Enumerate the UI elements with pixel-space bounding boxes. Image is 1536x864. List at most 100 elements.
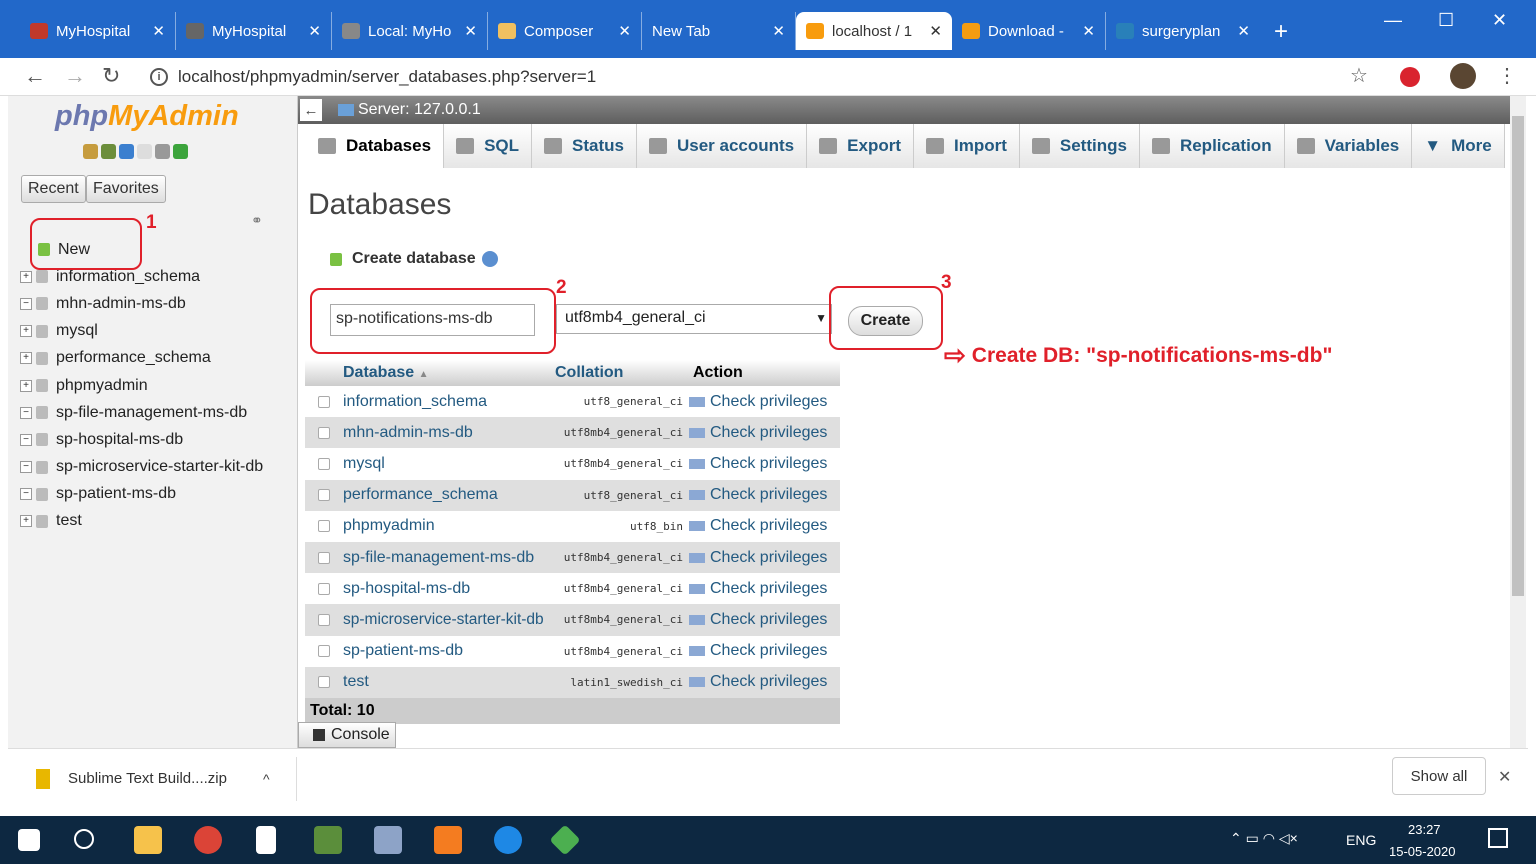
close-icon[interactable]: ✕	[772, 22, 785, 40]
server-link[interactable]: Server: 127.0.0.1	[358, 101, 481, 119]
menu-icon[interactable]: ⋮	[1497, 63, 1517, 88]
check-privileges-link[interactable]: Check privileges	[689, 517, 840, 535]
row-checkbox[interactable]	[318, 395, 330, 408]
browser-tab[interactable]: MyHospital ✕	[176, 12, 332, 50]
check-privileges-link[interactable]: Check privileges	[689, 486, 840, 504]
database-link[interactable]: phpmyadmin	[343, 517, 555, 535]
tree-item[interactable]: − sp-hospital-ms-db	[20, 426, 263, 453]
tab-variables[interactable]: Variables	[1284, 124, 1413, 168]
tab-import[interactable]: Import	[914, 124, 1020, 168]
database-link[interactable]: sp-patient-ms-db	[343, 642, 555, 660]
tab-replication[interactable]: Replication	[1139, 124, 1285, 168]
tree-item[interactable]: − sp-file-management-ms-db	[20, 399, 263, 426]
database-column-header[interactable]: Database ▲	[343, 364, 555, 382]
browser-tab[interactable]: Local: MyHo ✕	[332, 12, 488, 50]
check-privileges-link[interactable]: Check privileges	[689, 393, 840, 411]
windows-start-icon[interactable]	[18, 829, 40, 851]
git-icon[interactable]	[549, 824, 581, 856]
tree-item[interactable]: − mhn-admin-ms-db	[20, 290, 263, 317]
database-link[interactable]: sp-hospital-ms-db	[343, 580, 555, 598]
row-checkbox[interactable]	[318, 613, 330, 626]
database-link[interactable]: information_schema	[343, 393, 555, 411]
paint-icon[interactable]	[374, 826, 402, 854]
collapse-icon[interactable]: ←	[300, 99, 322, 121]
close-icon[interactable]: ✕	[152, 22, 165, 40]
link-icon[interactable]: ⚭	[251, 212, 263, 229]
database-link[interactable]: mhn-admin-ms-db	[343, 424, 555, 442]
browser-tab[interactable]: MyHospital ✕	[20, 12, 176, 50]
row-checkbox[interactable]	[318, 645, 330, 658]
notification-icon[interactable]	[1488, 828, 1508, 848]
tree-item[interactable]: − sp-microservice-starter-kit-db	[20, 454, 263, 481]
clock-date[interactable]: 15-05-2020	[1389, 844, 1456, 859]
close-icon[interactable]: ✕	[1498, 767, 1511, 787]
close-icon[interactable]: ✕	[1237, 22, 1250, 40]
phpmyadmin-logo[interactable]: phpMyAdmin	[55, 100, 239, 133]
favorites-button[interactable]: Favorites	[86, 175, 166, 203]
database-link[interactable]: sp-file-management-ms-db	[343, 549, 555, 567]
tree-item[interactable]: + test	[20, 508, 263, 535]
minimize-icon[interactable]: —	[1384, 10, 1402, 31]
expand-icon[interactable]: +	[20, 270, 32, 283]
tree-item[interactable]: − sp-patient-ms-db	[20, 481, 263, 508]
scrollbar[interactable]	[1510, 96, 1526, 748]
maps-icon[interactable]	[494, 826, 522, 854]
row-checkbox[interactable]	[318, 426, 330, 439]
maximize-icon[interactable]: ☐	[1438, 10, 1454, 31]
close-icon[interactable]: ✕	[1082, 22, 1095, 40]
database-link[interactable]: performance_schema	[343, 486, 555, 504]
tree-item[interactable]: + phpmyadmin	[20, 372, 263, 399]
browser-tab[interactable]: New Tab ✕	[642, 12, 796, 50]
database-link[interactable]: mysql	[343, 455, 555, 473]
database-link[interactable]: sp-microservice-starter-kit-db	[343, 611, 555, 629]
scrollbar-thumb[interactable]	[1512, 116, 1524, 596]
check-privileges-link[interactable]: Check privileges	[689, 642, 840, 660]
check-privileges-link[interactable]: Check privileges	[689, 580, 840, 598]
tab-export[interactable]: Export	[807, 124, 914, 168]
check-privileges-link[interactable]: Check privileges	[689, 673, 840, 691]
expand-icon[interactable]: −	[20, 406, 32, 419]
image-editor-icon[interactable]	[314, 826, 342, 854]
row-checkbox[interactable]	[318, 676, 330, 689]
expand-icon[interactable]: +	[20, 352, 32, 365]
forward-icon[interactable]: →	[64, 63, 86, 89]
adblock-icon[interactable]	[1400, 67, 1420, 87]
exit-icon[interactable]	[101, 144, 116, 159]
row-checkbox[interactable]	[318, 457, 330, 470]
check-privileges-link[interactable]: Check privileges	[689, 611, 840, 629]
tab-settings[interactable]: Settings	[1019, 124, 1140, 168]
check-privileges-link[interactable]: Check privileges	[689, 549, 840, 567]
row-checkbox[interactable]	[318, 582, 330, 595]
tab-more[interactable]: ▼ More	[1412, 124, 1505, 168]
console-toggle[interactable]: Console	[298, 722, 396, 748]
row-checkbox[interactable]	[318, 551, 330, 564]
collation-select[interactable]: utf8mb4_general_ci ▼	[556, 304, 832, 334]
close-icon[interactable]: ✕	[464, 22, 477, 40]
star-icon[interactable]: ☆	[1350, 63, 1368, 88]
expand-icon[interactable]: −	[20, 433, 32, 446]
browser-tab[interactable]: Download - ✕	[952, 12, 1106, 50]
check-privileges-link[interactable]: Check privileges	[689, 424, 840, 442]
home-icon[interactable]	[83, 144, 98, 159]
info-icon[interactable]: i	[150, 68, 168, 86]
browser-tab-active[interactable]: localhost / 1 ✕	[796, 12, 952, 50]
close-icon[interactable]: ✕	[618, 22, 631, 40]
expand-icon[interactable]: −	[20, 297, 32, 310]
window-close-icon[interactable]: ✕	[1492, 10, 1507, 31]
expand-icon[interactable]: +	[20, 379, 32, 392]
download-item[interactable]: Sublime Text Build....zip	[68, 770, 227, 787]
collation-column-header[interactable]: Collation	[555, 364, 689, 382]
row-checkbox[interactable]	[318, 489, 330, 502]
database-link[interactable]: test	[343, 673, 555, 691]
url-field[interactable]: i localhost/phpmyadmin/server_databases.p…	[142, 61, 1382, 93]
avatar[interactable]	[1450, 63, 1476, 89]
row-checkbox[interactable]	[318, 520, 330, 533]
chrome-icon[interactable]	[194, 826, 222, 854]
close-icon[interactable]: ✕	[929, 22, 942, 40]
close-icon[interactable]: ✕	[308, 22, 321, 40]
tab-status[interactable]: Status	[532, 124, 637, 168]
recent-button[interactable]: Recent	[21, 175, 86, 203]
back-icon[interactable]: ←	[24, 63, 46, 89]
check-privileges-link[interactable]: Check privileges	[689, 455, 840, 473]
expand-icon[interactable]: −	[20, 488, 32, 501]
